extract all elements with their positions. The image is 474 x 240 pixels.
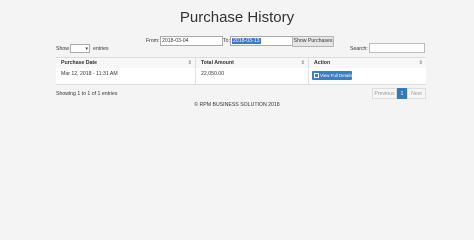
total-amount-cell: 22,050.00 <box>196 68 309 84</box>
table-row: Mar 12, 2018 - 11:31 AM 22,050.00 View F… <box>56 68 426 85</box>
entries-label: entries <box>93 46 109 52</box>
column-header-label: Purchase Date <box>61 60 98 66</box>
view-full-details-button[interactable]: View Full Details <box>312 71 352 80</box>
action-cell: View Full Details <box>309 68 426 84</box>
footer-copyright: © RPM BUSINESS SOLUTION 2018 <box>194 102 280 108</box>
page-length-select[interactable]: ▾ <box>70 44 90 53</box>
from-date-input[interactable]: 2018-03-04 <box>160 36 223 46</box>
to-date-selection: 2018-03-13 <box>232 38 261 44</box>
from-label: From: <box>146 38 160 44</box>
page-title: Purchase History <box>179 9 295 26</box>
external-link-icon <box>314 73 319 79</box>
next-page-button[interactable]: Next <box>407 88 426 99</box>
column-header-label: Total Amount <box>201 60 234 66</box>
search-label: Search: <box>350 46 368 52</box>
chevron-down-icon: ▾ <box>85 46 88 52</box>
page-1-button[interactable]: 1 <box>397 88 407 99</box>
to-label: To: <box>223 38 230 44</box>
view-full-details-label: View Full Details <box>320 73 353 78</box>
purchase-date-cell: Mar 12, 2018 - 11:31 AM <box>56 68 196 84</box>
column-header-label: Action <box>314 60 331 66</box>
show-purchases-button[interactable]: Show Purchases <box>292 36 334 47</box>
table-info: Showing 1 to 1 of 1 entries <box>56 91 118 97</box>
previous-page-button[interactable]: Previous <box>372 88 397 99</box>
to-date-input[interactable]: 2018-03-13 <box>230 36 293 46</box>
search-input[interactable] <box>369 43 425 53</box>
show-label: Show <box>56 46 69 52</box>
